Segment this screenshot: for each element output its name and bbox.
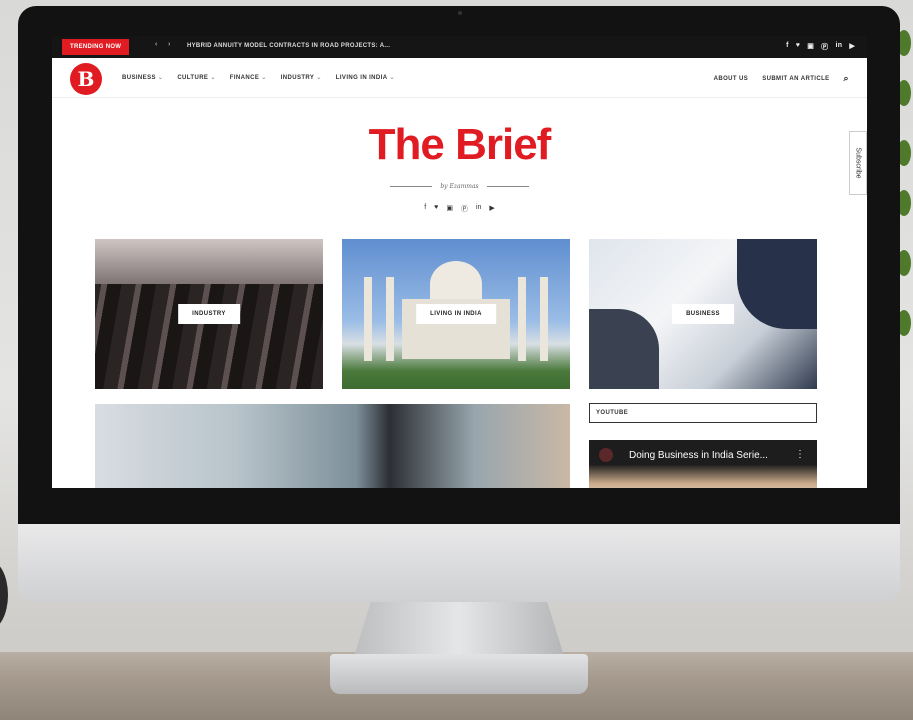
nav-item-label: LIVING IN INDIA: [335, 75, 388, 81]
minaret: [386, 277, 394, 361]
ticker-next-icon[interactable]: ›: [168, 41, 171, 48]
facebook-icon[interactable]: f: [424, 204, 426, 214]
linkedin-icon[interactable]: in: [476, 204, 481, 214]
submit-article-link[interactable]: SUBMIT AN ARTICLE: [762, 76, 829, 82]
byline-row: by Ezammas: [382, 180, 537, 192]
search-icon[interactable]: ⌕: [844, 73, 849, 84]
featured-post-image[interactable]: [95, 404, 570, 488]
trending-badge: TRENDING NOW: [62, 39, 130, 55]
linkedin-icon[interactable]: in: [835, 42, 842, 52]
suit-sleeve: [737, 239, 817, 329]
tile-label: BUSINESS: [672, 304, 734, 324]
youtube-widget-title: YOUTUBE: [589, 403, 817, 423]
pinterest-icon[interactable]: Ⓟ: [821, 42, 828, 52]
monitor-stand: [354, 602, 564, 656]
top-bar: TRENDING NOW ‹ › HYBRID ANNUITY MODEL CO…: [52, 36, 867, 58]
chevron-down-icon: ⌄: [210, 75, 216, 81]
pinterest-icon[interactable]: Ⓟ: [461, 204, 468, 214]
site-title: The Brief: [368, 120, 552, 169]
youtube-video-card[interactable]: Doing Business in India Serie... ⋮: [589, 440, 817, 488]
lamp: [0, 560, 8, 630]
top-social-icons: f ♥ ▣ Ⓟ in ▶: [786, 42, 855, 52]
byline: by Ezammas: [440, 182, 479, 190]
chevron-down-icon: ⌄: [389, 75, 395, 81]
tile-label: INDUSTRY: [178, 304, 240, 324]
about-us-link[interactable]: ABOUT US: [714, 76, 749, 82]
website-screen: TRENDING NOW ‹ › HYBRID ANNUITY MODEL CO…: [52, 36, 867, 488]
main-nav: B BUSINESS ⌄ CULTURE ⌄ FINANCE ⌄ INDUSTRY ⌄ …: [52, 58, 867, 98]
monitor-foot: [330, 654, 588, 694]
nav-item-business[interactable]: BUSINESS ⌄: [122, 74, 163, 81]
category-tile-business[interactable]: BUSINESS: [589, 239, 817, 389]
instagram-icon[interactable]: ▣: [807, 42, 814, 52]
more-options-icon[interactable]: ⋮: [795, 449, 805, 460]
nav-item-living-in-india[interactable]: LIVING IN INDIA ⌄: [336, 74, 395, 81]
category-tile-living-in-india[interactable]: LIVING IN INDIA: [342, 239, 570, 389]
monitor-chin: [18, 524, 900, 602]
twitter-icon[interactable]: ♥: [796, 42, 800, 52]
category-tile-industry[interactable]: INDUSTRY: [95, 239, 323, 389]
camera-icon: [458, 11, 462, 15]
chevron-down-icon: ⌄: [157, 75, 164, 81]
nav-item-finance[interactable]: FINANCE ⌄: [230, 74, 267, 81]
youtube-icon[interactable]: ▶: [849, 42, 855, 52]
nav-item-label: BUSINESS: [122, 75, 156, 81]
site-logo[interactable]: B: [70, 63, 102, 95]
divider: [390, 185, 433, 187]
divider: [486, 185, 529, 187]
minaret: [518, 277, 526, 361]
ticker-headline[interactable]: HYBRID ANNUITY MODEL CONTRACTS IN ROAD P…: [187, 43, 390, 49]
header-social-icons: f ♥ ▣ Ⓟ in ▶: [52, 204, 867, 214]
nav-menu: BUSINESS ⌄ CULTURE ⌄ FINANCE ⌄ INDUSTRY ⌄ LI…: [122, 74, 395, 81]
video-title[interactable]: Doing Business in India Serie...: [629, 450, 768, 461]
tile-label: LIVING IN INDIA: [416, 304, 496, 324]
twitter-icon[interactable]: ♥: [434, 204, 438, 214]
nav-item-label: CULTURE: [177, 75, 209, 81]
chevron-down-icon: ⌄: [316, 75, 322, 81]
suit-sleeve: [589, 309, 659, 389]
instagram-icon[interactable]: ▣: [446, 204, 453, 214]
nav-item-culture[interactable]: CULTURE ⌄: [177, 74, 215, 81]
nav-right: ABOUT US SUBMIT AN ARTICLE ⌕: [714, 73, 849, 84]
nav-item-label: FINANCE: [229, 75, 260, 81]
ticker-prev-icon[interactable]: ‹: [155, 41, 158, 48]
minaret: [540, 277, 548, 361]
minaret: [364, 277, 372, 361]
nav-item-industry[interactable]: INDUSTRY ⌄: [281, 74, 322, 81]
youtube-icon[interactable]: ▶: [489, 204, 494, 214]
nav-item-label: INDUSTRY: [280, 75, 315, 81]
facebook-icon[interactable]: f: [786, 42, 789, 52]
chevron-down-icon: ⌄: [261, 75, 267, 81]
channel-logo: [599, 448, 613, 462]
